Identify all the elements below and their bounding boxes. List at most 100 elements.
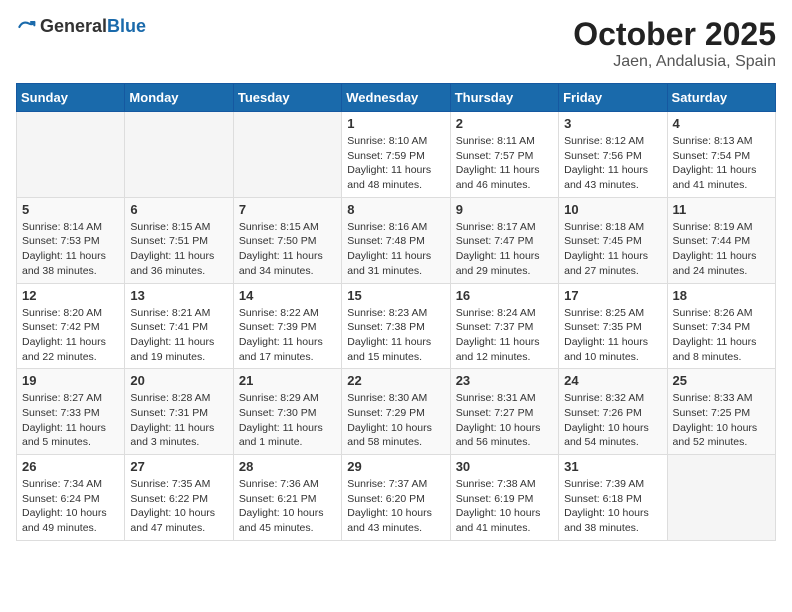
table-row: 9Sunrise: 8:17 AMSunset: 7:47 PMDaylight…: [450, 197, 558, 283]
day-info: Sunrise: 7:34 AMSunset: 6:24 PMDaylight:…: [22, 477, 119, 536]
day-number: 11: [673, 202, 770, 217]
day-number: 9: [456, 202, 553, 217]
table-row: 1 Sunrise: 8:10 AMSunset: 7:59 PMDaylight…: [342, 112, 450, 198]
month-title: October 2025: [573, 16, 776, 53]
table-row: [125, 112, 233, 198]
table-row: 5 Sunrise: 8:14 AMSunset: 7:53 PMDaylight…: [17, 197, 125, 283]
day-number: 3: [564, 116, 661, 131]
day-info: Sunrise: 8:25 AMSunset: 7:35 PMDaylight:…: [564, 306, 661, 365]
day-info: Sunrise: 8:16 AMSunset: 7:48 PMDaylight:…: [347, 220, 444, 279]
day-info: Sunrise: 8:19 AMSunset: 7:44 PMDaylight:…: [673, 220, 770, 279]
header-thursday: Thursday: [450, 84, 558, 112]
table-row: 19 Sunrise: 8:27 AMSunset: 7:33 PMDayligh…: [17, 369, 125, 455]
calendar-table: Sunday Monday Tuesday Wednesday Thursday…: [16, 83, 776, 541]
table-row: 24 Sunrise: 8:32 AMSunset: 7:26 PMDayligh…: [559, 369, 667, 455]
table-row: 7Sunrise: 8:15 AMSunset: 7:50 PMDaylight…: [233, 197, 341, 283]
day-number: 22: [347, 373, 444, 388]
calendar-week-row: 12 Sunrise: 8:20 AMSunset: 7:42 PMDayligh…: [17, 283, 776, 369]
table-row: 28 Sunrise: 7:36 AMSunset: 6:21 PMDayligh…: [233, 455, 341, 541]
header-tuesday: Tuesday: [233, 84, 341, 112]
day-info: Sunrise: 8:33 AMSunset: 7:25 PMDaylight:…: [673, 391, 770, 450]
day-info: Sunrise: 8:31 AMSunset: 7:27 PMDaylight:…: [456, 391, 553, 450]
day-info: Sunrise: 8:21 AMSunset: 7:41 PMDaylight:…: [130, 306, 227, 365]
table-row: 10Sunrise: 8:18 AMSunset: 7:45 PMDayligh…: [559, 197, 667, 283]
day-number: 27: [130, 459, 227, 474]
day-number: 20: [130, 373, 227, 388]
table-row: 23Sunrise: 8:31 AMSunset: 7:27 PMDayligh…: [450, 369, 558, 455]
day-info: Sunrise: 7:39 AMSunset: 6:18 PMDaylight:…: [564, 477, 661, 536]
day-info: Sunrise: 8:15 AMSunset: 7:51 PMDaylight:…: [130, 220, 227, 279]
day-info: Sunrise: 7:37 AMSunset: 6:20 PMDaylight:…: [347, 477, 444, 536]
day-number: 16: [456, 288, 553, 303]
day-number: 7: [239, 202, 336, 217]
location: Jaen, Andalusia, Spain: [573, 53, 776, 71]
calendar-week-row: 19 Sunrise: 8:27 AMSunset: 7:33 PMDayligh…: [17, 369, 776, 455]
day-number: 8: [347, 202, 444, 217]
table-row: 20 Sunrise: 8:28 AMSunset: 7:31 PMDayligh…: [125, 369, 233, 455]
day-info: Sunrise: 7:36 AMSunset: 6:21 PMDaylight:…: [239, 477, 336, 536]
day-number: 29: [347, 459, 444, 474]
day-number: 10: [564, 202, 661, 217]
day-info: Sunrise: 8:22 AMSunset: 7:39 PMDaylight:…: [239, 306, 336, 365]
day-info: Sunrise: 7:35 AMSunset: 6:22 PMDaylight:…: [130, 477, 227, 536]
table-row: 11 Sunrise: 8:19 AMSunset: 7:44 PMDayligh…: [667, 197, 775, 283]
table-row: 13 Sunrise: 8:21 AMSunset: 7:41 PMDayligh…: [125, 283, 233, 369]
day-number: 2: [456, 116, 553, 131]
day-info: Sunrise: 8:26 AMSunset: 7:34 PMDaylight:…: [673, 306, 770, 365]
table-row: 6 Sunrise: 8:15 AMSunset: 7:51 PMDaylight…: [125, 197, 233, 283]
day-info: Sunrise: 8:13 AMSunset: 7:54 PMDaylight:…: [673, 134, 770, 193]
table-row: 3 Sunrise: 8:12 AMSunset: 7:56 PMDaylight…: [559, 112, 667, 198]
day-number: 19: [22, 373, 119, 388]
day-info: Sunrise: 8:28 AMSunset: 7:31 PMDaylight:…: [130, 391, 227, 450]
day-number: 6: [130, 202, 227, 217]
day-number: 4: [673, 116, 770, 131]
table-row: 15 Sunrise: 8:23 AMSunset: 7:38 PMDayligh…: [342, 283, 450, 369]
table-row: 26 Sunrise: 7:34 AMSunset: 6:24 PMDayligh…: [17, 455, 125, 541]
day-number: 5: [22, 202, 119, 217]
header-friday: Friday: [559, 84, 667, 112]
day-info: Sunrise: 8:12 AMSunset: 7:56 PMDaylight:…: [564, 134, 661, 193]
day-info: Sunrise: 8:23 AMSunset: 7:38 PMDaylight:…: [347, 306, 444, 365]
day-info: Sunrise: 8:10 AMSunset: 7:59 PMDaylight:…: [347, 134, 444, 193]
day-number: 14: [239, 288, 336, 303]
day-number: 21: [239, 373, 336, 388]
table-row: 31Sunrise: 7:39 AMSunset: 6:18 PMDayligh…: [559, 455, 667, 541]
table-row: 14 Sunrise: 8:22 AMSunset: 7:39 PMDayligh…: [233, 283, 341, 369]
day-number: 28: [239, 459, 336, 474]
calendar-week-row: 1 Sunrise: 8:10 AMSunset: 7:59 PMDaylight…: [17, 112, 776, 198]
header-sunday: Sunday: [17, 84, 125, 112]
day-number: 30: [456, 459, 553, 474]
table-row: [17, 112, 125, 198]
calendar-week-row: 26 Sunrise: 7:34 AMSunset: 6:24 PMDayligh…: [17, 455, 776, 541]
day-info: Sunrise: 8:32 AMSunset: 7:26 PMDaylight:…: [564, 391, 661, 450]
day-info: Sunrise: 8:14 AMSunset: 7:53 PMDaylight:…: [22, 220, 119, 279]
day-number: 15: [347, 288, 444, 303]
logo-general: General: [40, 16, 107, 36]
header-wednesday: Wednesday: [342, 84, 450, 112]
table-row: 27 Sunrise: 7:35 AMSunset: 6:22 PMDayligh…: [125, 455, 233, 541]
logo-blue: Blue: [107, 16, 146, 36]
day-number: 1: [347, 116, 444, 131]
header-saturday: Saturday: [667, 84, 775, 112]
day-number: 13: [130, 288, 227, 303]
day-number: 24: [564, 373, 661, 388]
table-row: 2 Sunrise: 8:11 AMSunset: 7:57 PMDaylight…: [450, 112, 558, 198]
day-number: 25: [673, 373, 770, 388]
day-info: Sunrise: 8:11 AMSunset: 7:57 PMDaylight:…: [456, 134, 553, 193]
table-row: [233, 112, 341, 198]
day-info: Sunrise: 8:24 AMSunset: 7:37 PMDaylight:…: [456, 306, 553, 365]
day-info: Sunrise: 8:27 AMSunset: 7:33 PMDaylight:…: [22, 391, 119, 450]
table-row: [667, 455, 775, 541]
title-block: October 2025 Jaen, Andalusia, Spain: [573, 16, 776, 71]
calendar-header-row: Sunday Monday Tuesday Wednesday Thursday…: [17, 84, 776, 112]
day-info: Sunrise: 8:29 AMSunset: 7:30 PMDaylight:…: [239, 391, 336, 450]
table-row: 18 Sunrise: 8:26 AMSunset: 7:34 PMDayligh…: [667, 283, 775, 369]
logo-icon: [16, 17, 36, 37]
day-info: Sunrise: 8:30 AMSunset: 7:29 PMDaylight:…: [347, 391, 444, 450]
header-monday: Monday: [125, 84, 233, 112]
day-number: 18: [673, 288, 770, 303]
day-info: Sunrise: 8:20 AMSunset: 7:42 PMDaylight:…: [22, 306, 119, 365]
day-number: 26: [22, 459, 119, 474]
table-row: 30Sunrise: 7:38 AMSunset: 6:19 PMDayligh…: [450, 455, 558, 541]
day-number: 12: [22, 288, 119, 303]
